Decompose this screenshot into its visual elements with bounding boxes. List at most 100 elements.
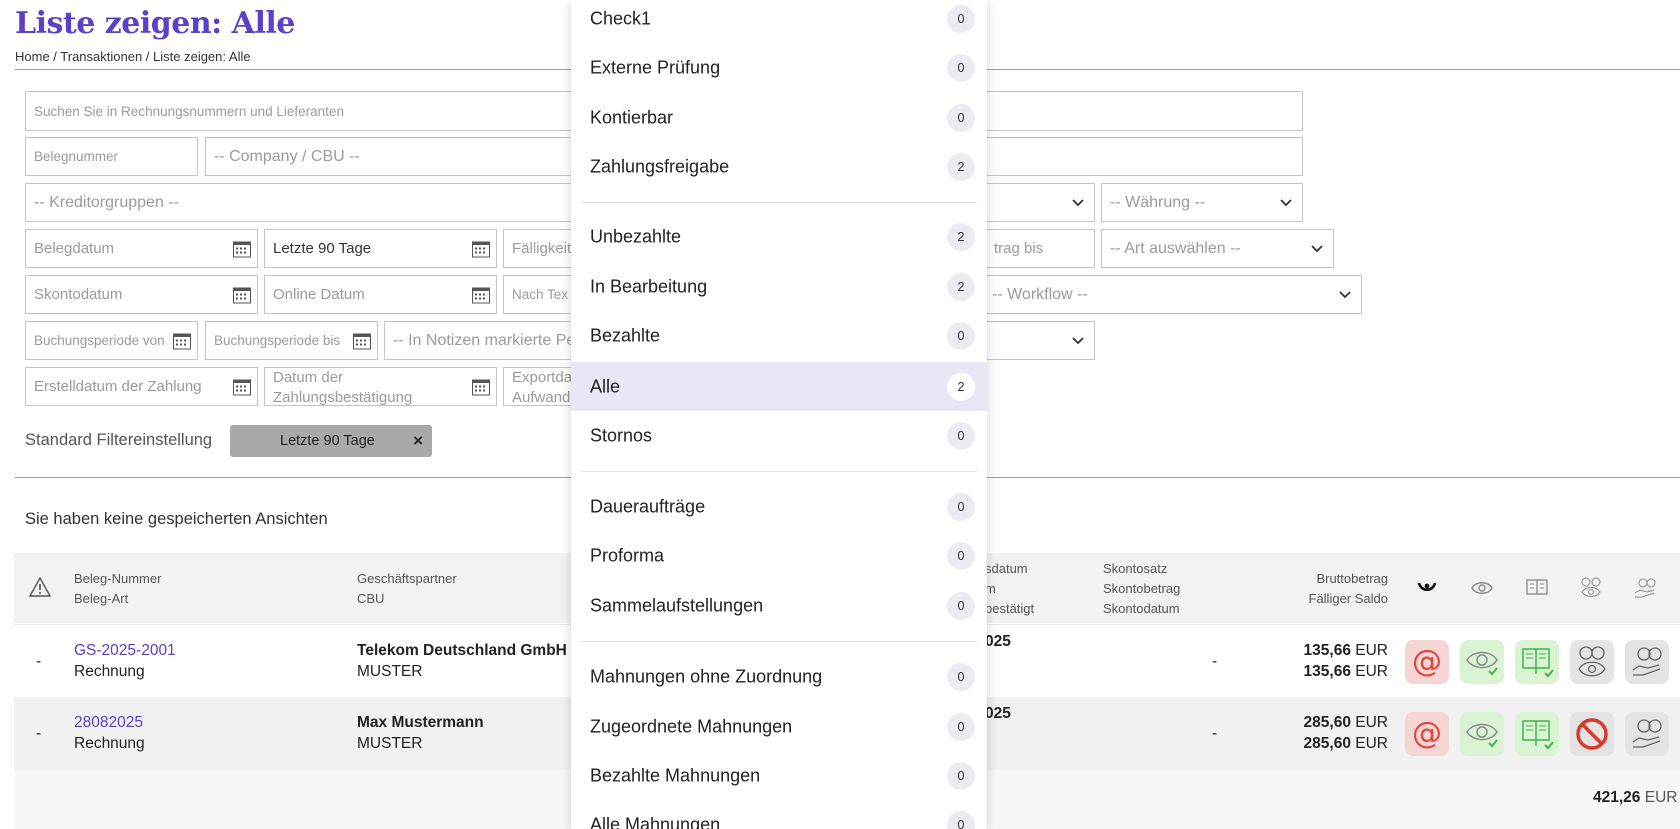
blocked-action-button[interactable] [1570, 712, 1614, 756]
saldo-amount: 285,60 [1303, 735, 1351, 752]
list-view-dropdown: Check1 0 Externe Prüfung 0 Kontierbar 0 … [571, 0, 987, 829]
calendar-icon[interactable] [353, 332, 371, 349]
money-hand-icon [1634, 578, 1656, 598]
book-action-button[interactable] [1515, 640, 1559, 684]
art-select[interactable]: -- Art auswählen -- [1101, 229, 1334, 268]
beleg-number-link[interactable]: 28082025 [74, 712, 145, 733]
count-badge: 0 [947, 103, 975, 132]
dropdown-item-sammelaufstellungen[interactable]: Sammelaufstellungen 0 [571, 581, 987, 630]
dropdown-item-zahlungsfreigabe[interactable]: Zahlungsfreigabe 2 [571, 142, 987, 191]
betrag-bis-input[interactable]: trag bis [985, 229, 1095, 268]
count-badge: 0 [947, 4, 975, 33]
skontodatum-input[interactable]: Skontodatum [25, 275, 258, 314]
dropdown-item-in-bearbeitung[interactable]: In Bearbeitung 2 [571, 262, 987, 311]
belegnummer-input[interactable]: Belegnummer [25, 137, 198, 176]
erstelldatum-zahlung-input[interactable]: Erstelldatum der Zahlung [25, 367, 258, 406]
row-status: - [36, 725, 42, 742]
buchungsperiode-bis-input[interactable]: Buchungsperiode bis [205, 321, 378, 360]
money-hand-action-button[interactable] [1625, 712, 1669, 756]
count-badge: 0 [947, 541, 975, 570]
dropdown-item-kontierbar[interactable]: Kontierbar 0 [571, 93, 987, 142]
chevron-down-icon [1072, 336, 1084, 344]
waehrung-select[interactable]: -- Währung -- [1101, 183, 1303, 222]
count-badge: 0 [947, 591, 975, 620]
calendar-icon[interactable] [472, 286, 490, 303]
beleg-number-link[interactable]: GS-2025-2001 [74, 640, 176, 661]
calendar-icon[interactable] [472, 240, 490, 257]
dropdown-item-alle[interactable]: Alle 2 [571, 362, 987, 411]
workflow-select[interactable]: -- Workflow -- [985, 275, 1362, 314]
brutto-amount: 285,60 [1303, 714, 1351, 731]
online-datum-input[interactable]: Online Datum [264, 275, 497, 314]
dropdown-item-zugeordnete-mahnungen[interactable]: Zugeordnete Mahnungen 0 [571, 702, 987, 751]
header-partner: Geschäftspartner CBU [357, 571, 457, 606]
breadcrumb[interactable]: Home / Transaktionen / Liste zeigen: All… [15, 49, 251, 64]
dropdown-item-alle-mahnungen[interactable]: Alle Mahnungen 0 [571, 800, 987, 829]
blocked-icon [1576, 718, 1608, 750]
count-badge: 0 [947, 321, 975, 350]
datum-range-input[interactable]: Letzte 90 Tage [264, 229, 497, 268]
email-action-button[interactable]: @ [1405, 712, 1449, 756]
calendar-icon[interactable] [472, 378, 490, 395]
dropdown-item-check1[interactable]: Check1 0 [571, 0, 987, 43]
buchungsperiode-von-input[interactable]: Buchungsperiode von [25, 321, 198, 360]
row-amounts: 135,66 EUR 135,66 EUR [1264, 640, 1388, 682]
saldo-amount: 135,66 [1303, 663, 1351, 680]
brutto-amount: 135,66 [1303, 642, 1351, 659]
book-check-icon [1522, 720, 1554, 750]
calendar-icon[interactable] [173, 332, 191, 349]
currency: EUR [1355, 735, 1388, 752]
dropdown-item-dauerauftraege[interactable]: Daueraufträge 0 [571, 482, 987, 531]
book-icon [1526, 579, 1548, 595]
calendar-icon[interactable] [233, 378, 251, 395]
dropdown-item-stornos[interactable]: Stornos 0 [571, 411, 987, 460]
calendar-icon[interactable] [233, 240, 251, 257]
eye-check-icon [1466, 723, 1498, 748]
view-action-button[interactable] [1460, 712, 1504, 756]
chevron-down-icon [1311, 244, 1323, 252]
dropdown-item-bezahlte[interactable]: Bezahlte 0 [571, 311, 987, 360]
count-badge: 0 [947, 421, 975, 450]
book-action-button[interactable] [1515, 712, 1559, 756]
standard-filter-label: Standard Filtereinstellung [25, 431, 213, 449]
count-badge: 2 [947, 152, 975, 181]
standard-filter-tag-label: Letzte 90 Tage [280, 433, 375, 449]
count-badge: 0 [947, 662, 975, 691]
row-date: 025 [985, 633, 1011, 650]
dropdown-item-proforma[interactable]: Proforma 0 [571, 531, 987, 580]
count-badge: 2 [947, 372, 975, 401]
row-skonto: - [1212, 653, 1218, 670]
row-date: 025 [985, 705, 1011, 722]
dropdown-item-unbezahlte[interactable]: Unbezahlte 2 [571, 212, 987, 261]
currency: EUR [1355, 663, 1388, 680]
belegdatum-input[interactable]: Belegdatum [25, 229, 258, 268]
money-eye-action-button[interactable] [1570, 640, 1614, 684]
partner-cbu: MUSTER [357, 663, 423, 680]
header-betrag: Bruttobetrag Fälliger Saldo [1308, 571, 1389, 606]
standard-filter-tag[interactable]: Letzte 90 Tage × [230, 425, 432, 457]
eye-check-icon [1466, 651, 1498, 676]
email-icon: @ [1412, 644, 1442, 679]
filter-select-right[interactable] [985, 321, 1095, 360]
partner-cbu: MUSTER [357, 735, 423, 752]
dropdown-item-mahnungen-ohne-zuordnung[interactable]: Mahnungen ohne Zuordnung 0 [571, 652, 987, 701]
email-action-button[interactable]: @ [1405, 640, 1449, 684]
calendar-icon[interactable] [233, 286, 251, 303]
money-hand-action-button[interactable] [1625, 640, 1669, 684]
row-beleg: 28082025 Rechnung [74, 712, 145, 754]
money-eye-icon [1581, 577, 1601, 597]
saved-views-message: Sie haben keine gespeicherten Ansichten [25, 510, 328, 528]
beleg-art: Rechnung [74, 735, 145, 752]
dropdown-item-externe-pruefung[interactable]: Externe Prüfung 0 [571, 43, 987, 92]
zahlungsbestaetigung-input[interactable]: Datum der Zahlungsbestätigung [264, 367, 497, 406]
header-skonto: Skontosatz Skontobetrag Skontodatum [1103, 561, 1181, 616]
row-partner: Max Mustermann MUSTER [357, 712, 484, 754]
partner-name: Max Mustermann [357, 714, 484, 731]
close-icon[interactable]: × [413, 431, 423, 451]
book-check-icon [1522, 648, 1554, 678]
view-action-button[interactable] [1460, 640, 1504, 684]
eye-icon [1471, 582, 1493, 594]
notizen-select[interactable]: -- In Notizen markierte Pe [384, 321, 584, 360]
dropdown-item-bezahlte-mahnungen[interactable]: Bezahlte Mahnungen 0 [571, 751, 987, 800]
count-badge: 2 [947, 222, 975, 251]
